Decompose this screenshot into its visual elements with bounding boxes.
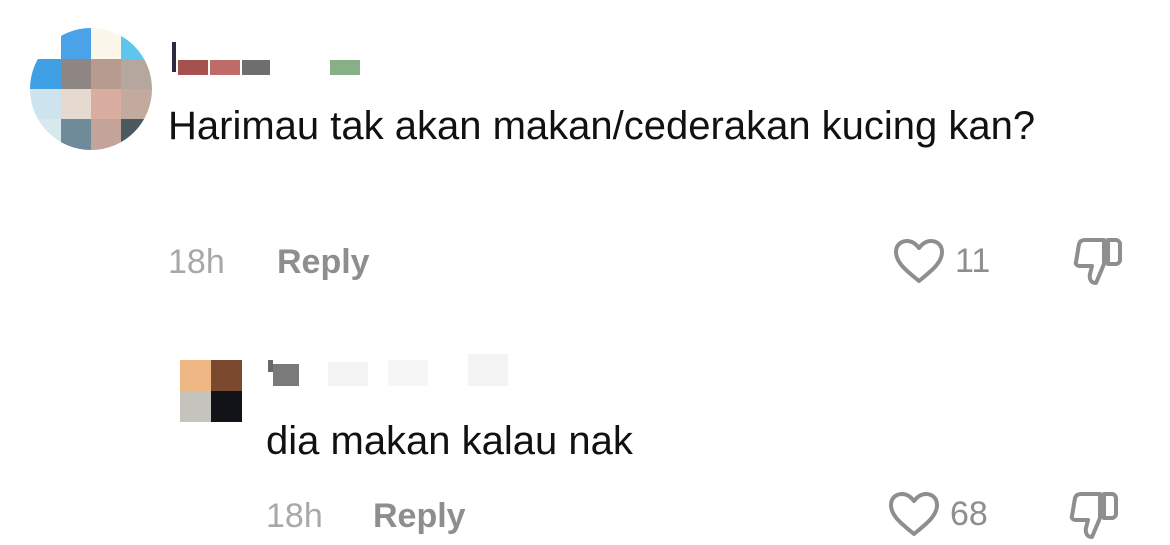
username-redacted[interactable] [268, 352, 528, 392]
avatar[interactable] [30, 28, 152, 150]
comment-text: Harimau tak akan makan/cederakan kucing … [168, 104, 1036, 148]
comment-text: dia makan kalau nak [266, 419, 633, 463]
heart-outline-icon [888, 491, 940, 537]
thumbs-down-icon [1066, 490, 1120, 542]
heart-outline-icon [893, 238, 945, 284]
like-button[interactable]: 11 [893, 238, 990, 284]
avatar[interactable] [180, 360, 242, 422]
like-count: 68 [950, 494, 988, 533]
comment: Harimau tak akan makan/cederakan kucing … [0, 0, 1170, 300]
reply-button[interactable]: Reply [277, 242, 370, 282]
comment-timestamp: 18h [266, 497, 323, 535]
reply-button[interactable]: Reply [373, 496, 466, 536]
reply-comment: dia makan kalau nak 18h Reply 68 [0, 300, 1170, 545]
thumbs-down-icon [1070, 236, 1124, 288]
username-redacted[interactable] [172, 40, 372, 80]
dislike-button[interactable] [1066, 490, 1120, 542]
dislike-button[interactable] [1070, 236, 1124, 288]
like-count: 11 [955, 241, 991, 280]
like-button[interactable]: 68 [888, 491, 988, 537]
comment-timestamp: 18h [168, 243, 225, 281]
